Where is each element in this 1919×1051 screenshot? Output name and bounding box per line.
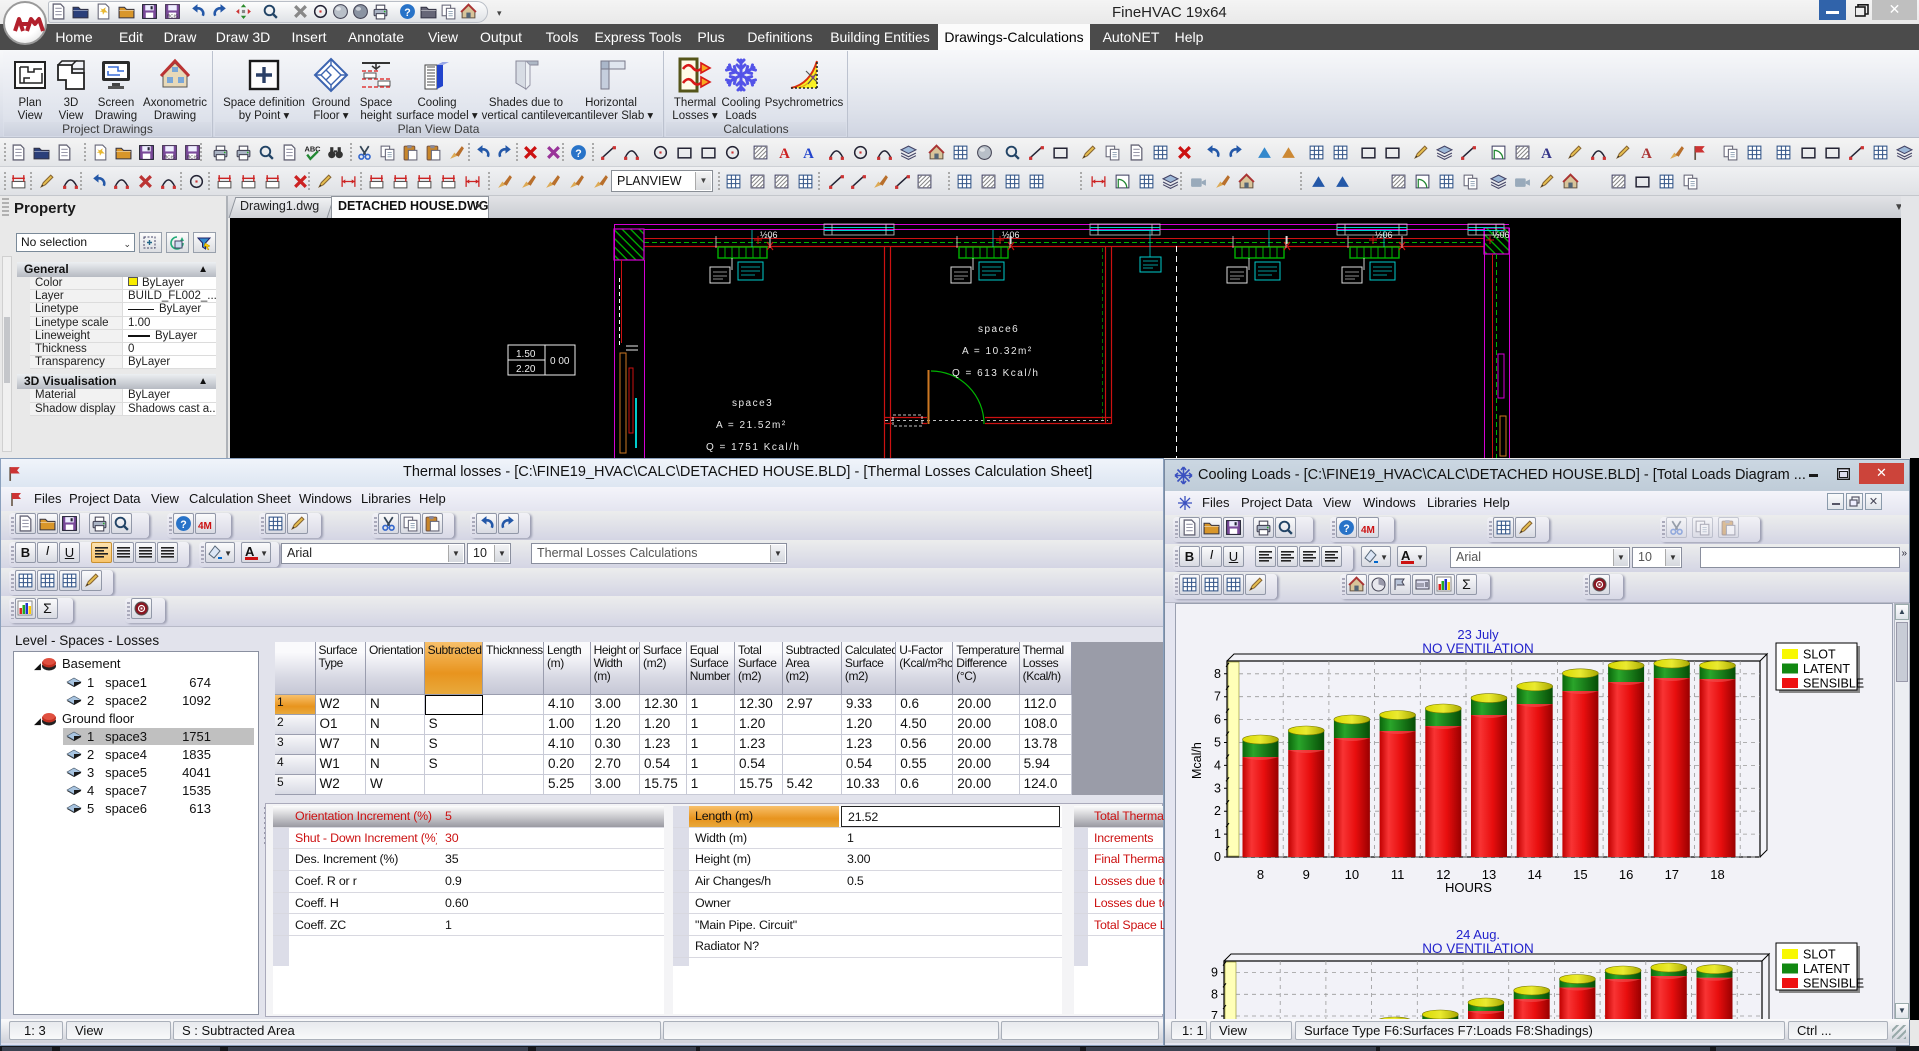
svg-text:14: 14 xyxy=(1527,867,1541,882)
svg-text:1: 1 xyxy=(1214,827,1221,841)
svg-text:10: 10 xyxy=(1345,867,1359,882)
svg-text:8: 8 xyxy=(1257,867,1264,882)
svg-text:16: 16 xyxy=(1619,867,1633,882)
svg-text:2.20: 2.20 xyxy=(516,364,536,375)
svg-text:8: 8 xyxy=(1214,667,1221,681)
svg-text:1.50: 1.50 xyxy=(516,349,536,360)
svg-text:A = 21.52m²: A = 21.52m² xyxy=(716,420,787,431)
svg-text:9: 9 xyxy=(1303,867,1310,882)
svg-text:24 Aug.: 24 Aug. xyxy=(1456,927,1500,942)
svg-text:A = 10.32m²: A = 10.32m² xyxy=(962,346,1033,357)
svg-text:LATENT: LATENT xyxy=(1803,662,1850,676)
svg-text:space3: space3 xyxy=(732,398,773,409)
svg-text:SLOT: SLOT xyxy=(1803,648,1836,662)
svg-text:17: 17 xyxy=(1665,867,1679,882)
svg-text:Q = 613 Kcal/h: Q = 613 Kcal/h xyxy=(952,368,1039,379)
svg-text:space6: space6 xyxy=(978,324,1019,335)
svg-text:7: 7 xyxy=(1214,690,1221,704)
svg-text:LATENT: LATENT xyxy=(1803,962,1850,976)
svg-text:18: 18 xyxy=(1710,867,1724,882)
svg-text:23 July: 23 July xyxy=(1457,627,1499,642)
svg-text:4: 4 xyxy=(1214,758,1221,772)
svg-text:½06: ½06 xyxy=(760,230,778,240)
svg-text:11: 11 xyxy=(1391,867,1405,882)
svg-text:SENSIBLE: SENSIBLE xyxy=(1803,977,1864,991)
svg-text:9: 9 xyxy=(1211,966,1218,980)
svg-text:2: 2 xyxy=(1214,804,1221,818)
svg-text:HOURS: HOURS xyxy=(1445,880,1492,895)
svg-text:0 00: 0 00 xyxy=(550,356,570,367)
svg-text:3: 3 xyxy=(1214,781,1221,795)
svg-text:8: 8 xyxy=(1211,987,1218,1001)
svg-text:Q = 1751 Kcal/h: Q = 1751 Kcal/h xyxy=(706,442,801,453)
svg-text:½06: ½06 xyxy=(1375,230,1393,240)
svg-text:6: 6 xyxy=(1214,713,1221,727)
svg-text:SLOT: SLOT xyxy=(1803,948,1836,962)
svg-text:Mcal/h: Mcal/h xyxy=(1190,742,1204,779)
svg-text:0: 0 xyxy=(1214,850,1221,864)
svg-text:½06: ½06 xyxy=(1492,230,1510,240)
svg-text:5: 5 xyxy=(1214,736,1221,750)
svg-text:15: 15 xyxy=(1573,867,1587,882)
svg-text:½06: ½06 xyxy=(1002,230,1020,240)
svg-text:SENSIBLE: SENSIBLE xyxy=(1803,677,1864,691)
